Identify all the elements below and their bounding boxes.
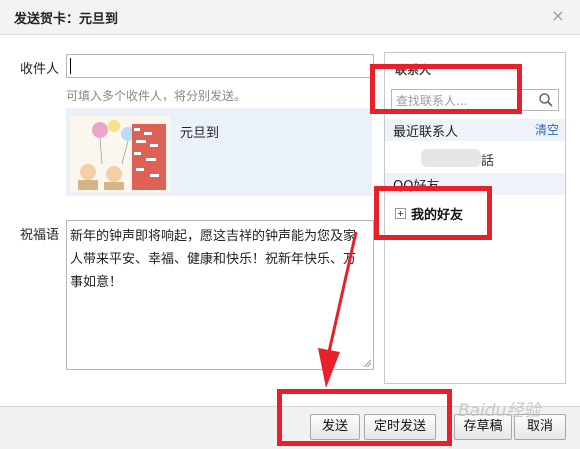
annotation-arrow-icon [318, 231, 358, 388]
send-card-dialog: 发送贺卡：元旦到 × 收件人 可填入多个收件人，将分别发送。 元旦到 祝福语 新… [0, 0, 580, 449]
